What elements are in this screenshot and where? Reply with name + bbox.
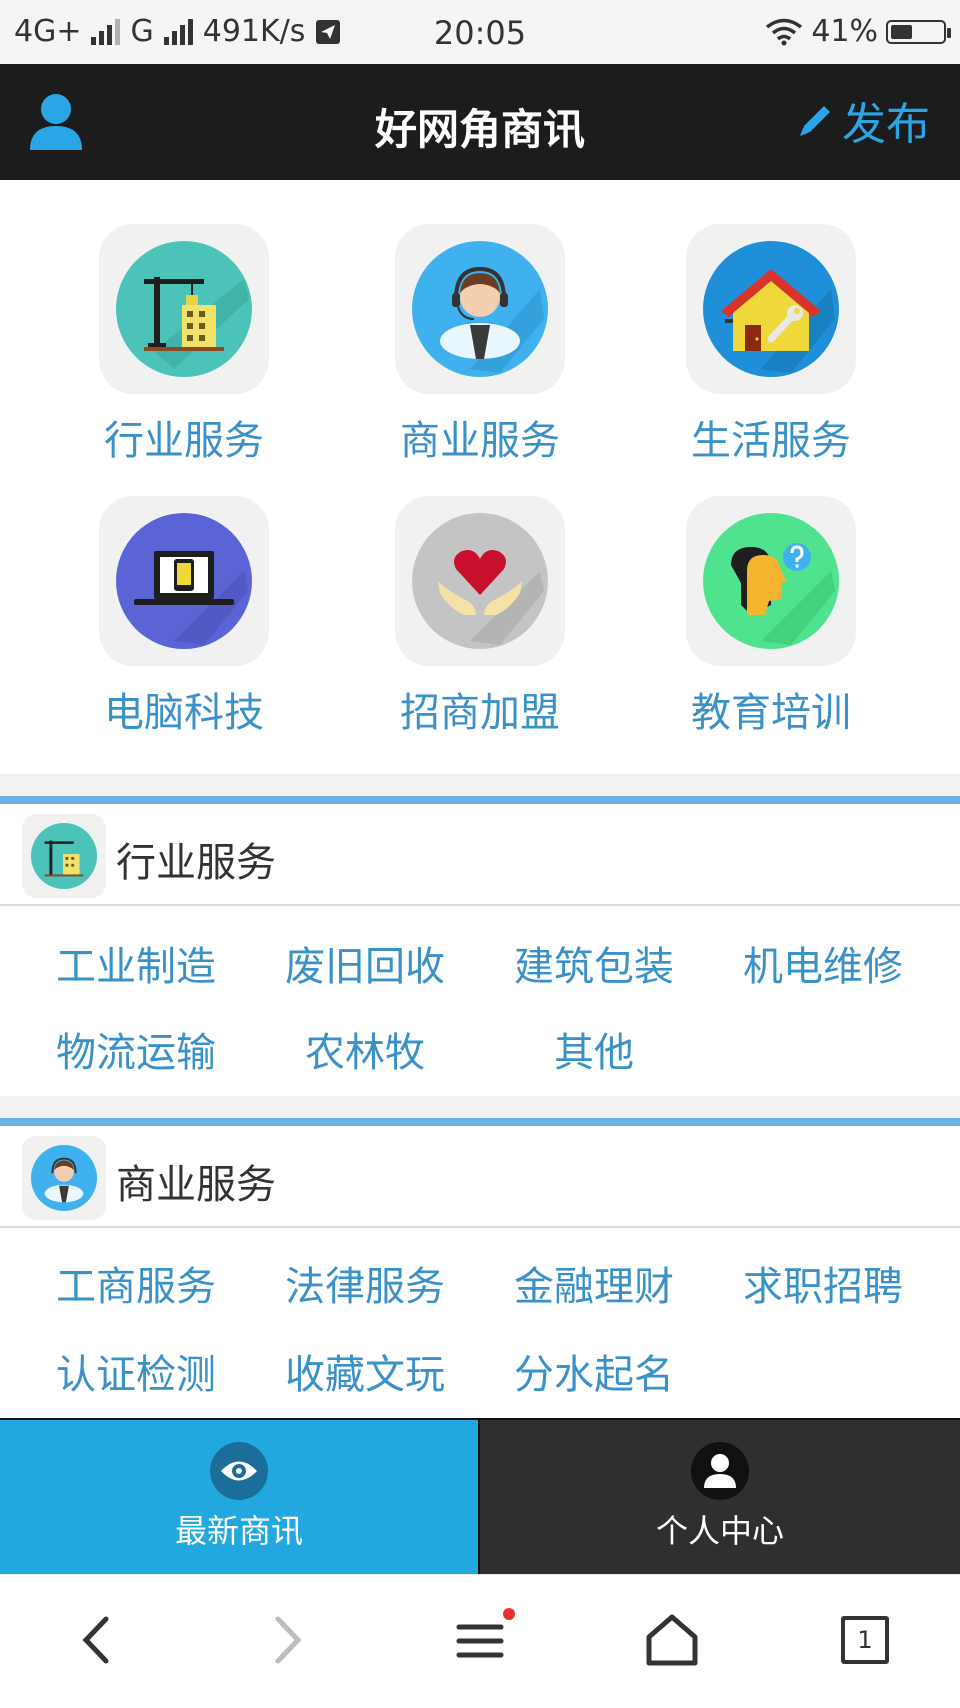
- bottom-tab-bar: 最新商讯 个人中心: [0, 1418, 960, 1576]
- heart-hands-icon: [412, 513, 548, 649]
- house-wrench-icon: [703, 241, 839, 377]
- subcategory-link[interactable]: 法律服务: [250, 1254, 480, 1312]
- subcategory-link[interactable]: 工商服务: [21, 1254, 251, 1312]
- tabs-count: 1: [841, 1616, 889, 1664]
- pencil-icon: [800, 106, 830, 136]
- crane-building-icon: [30, 822, 98, 890]
- tabs-count-button[interactable]: 1: [830, 1605, 900, 1675]
- section-title: 行业服务: [116, 840, 276, 886]
- category-grid: 行业服务 商业服务 生活服务 电脑科技 招商加盟 教育培训: [0, 180, 960, 774]
- customer-service-icon: [30, 1144, 98, 1212]
- category-label: 行业服务: [104, 418, 264, 464]
- category-label: 生活服务: [691, 418, 851, 464]
- category-tile: [686, 224, 856, 394]
- subcategory-link[interactable]: 物流运输: [21, 1020, 251, 1078]
- subcategory-link[interactable]: 金融理财: [479, 1254, 709, 1312]
- battery-fill: [891, 24, 912, 39]
- wifi-icon: [766, 18, 803, 45]
- section-gap: [0, 774, 960, 796]
- category-industry-service[interactable]: 行业服务: [59, 224, 309, 466]
- section-header-industry[interactable]: 行业服务: [0, 804, 960, 906]
- status-right: 41%: [765, 14, 951, 49]
- category-tile: [99, 496, 269, 666]
- category-tile: [395, 496, 565, 666]
- category-computer-tech[interactable]: 电脑科技: [59, 496, 309, 738]
- app-header: 好网角商讯 发布: [0, 64, 960, 180]
- section-divider: [0, 796, 960, 804]
- section-title: 商业服务: [116, 1162, 276, 1208]
- crane-building-icon: [116, 241, 252, 377]
- category-tile: [99, 224, 269, 394]
- browser-toolbar: 1: [0, 1574, 960, 1708]
- tab-label: 个人中心: [655, 1512, 784, 1550]
- category-label: 招商加盟: [400, 690, 560, 736]
- forward-arrow-icon[interactable]: [252, 1605, 322, 1675]
- category-label: 商业服务: [400, 418, 560, 464]
- subcategory-link[interactable]: 建筑包装: [479, 934, 709, 992]
- section-divider: [0, 1118, 960, 1126]
- battery-percent: 41%: [811, 14, 878, 49]
- section-header-business[interactable]: 商业服务: [0, 1126, 960, 1228]
- subcategory-link[interactable]: 工业制造: [21, 934, 251, 992]
- publish-label: 发布: [842, 99, 930, 150]
- subcategory-link[interactable]: 分水起名: [479, 1342, 709, 1400]
- category-life-service[interactable]: 生活服务: [646, 224, 896, 466]
- subcategory-link[interactable]: 废旧回收: [250, 934, 480, 992]
- subcategory-link[interactable]: 收藏文玩: [250, 1342, 480, 1400]
- category-label: 教育培训: [691, 690, 851, 736]
- section-gap: [0, 1096, 960, 1118]
- category-tile: [395, 224, 565, 394]
- category-business-service[interactable]: 商业服务: [355, 224, 605, 466]
- eye-icon: [210, 1442, 268, 1500]
- home-icon[interactable]: [637, 1605, 707, 1675]
- section-thumb: [22, 1136, 106, 1220]
- subcategory-link[interactable]: 其他: [479, 1020, 709, 1078]
- laptop-icon: [116, 513, 252, 649]
- tab-personal-center[interactable]: 个人中心: [480, 1420, 960, 1576]
- back-arrow-icon[interactable]: [62, 1605, 132, 1675]
- subcategory-link[interactable]: 认证检测: [21, 1342, 251, 1400]
- person-icon: [691, 1442, 749, 1500]
- tab-label: 最新商讯: [174, 1512, 303, 1550]
- battery-icon: [886, 19, 951, 44]
- customer-service-icon: [412, 241, 548, 377]
- status-bar: 4G+ G 491K/s 20:05 41%: [0, 0, 960, 64]
- category-franchise[interactable]: 招商加盟: [355, 496, 605, 738]
- category-label: 电脑科技: [104, 690, 264, 736]
- subcategory-link[interactable]: 求职招聘: [708, 1254, 938, 1312]
- subcategory-link[interactable]: 机电维修: [708, 934, 938, 992]
- menu-icon[interactable]: [445, 1605, 515, 1675]
- tab-latest-news[interactable]: 最新商讯: [0, 1420, 480, 1576]
- head-question-icon: [703, 513, 839, 649]
- category-tile: [686, 496, 856, 666]
- category-education[interactable]: 教育培训: [646, 496, 896, 738]
- subcategory-link[interactable]: 农林牧: [250, 1020, 480, 1078]
- publish-button[interactable]: 发布: [796, 88, 930, 152]
- section-thumb: [22, 814, 106, 898]
